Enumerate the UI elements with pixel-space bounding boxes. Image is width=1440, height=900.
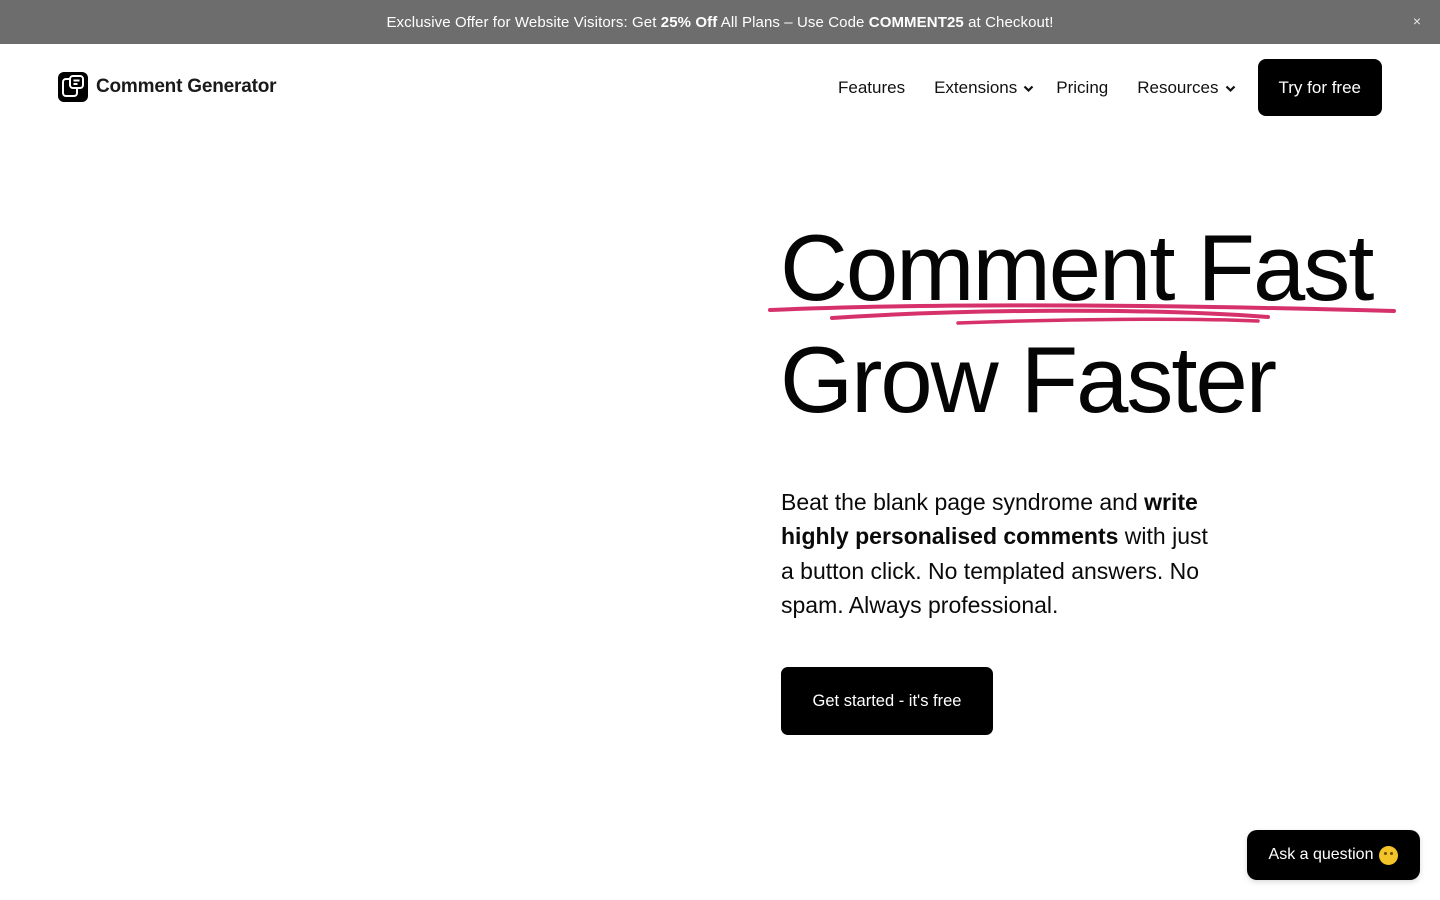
- main-nav: Features Extensions Pricing Resources Tr…: [838, 59, 1382, 116]
- try-for-free-button[interactable]: Try for free: [1257, 59, 1382, 116]
- promo-banner: Exclusive Offer for Website Visitors: Ge…: [0, 0, 1440, 44]
- promo-code: COMMENT25: [868, 13, 964, 31]
- promo-discount: 25% Off: [660, 13, 718, 31]
- nav-pricing[interactable]: Pricing: [1056, 78, 1108, 98]
- thinking-face-icon: [1379, 845, 1399, 865]
- close-icon[interactable]: ×: [1408, 12, 1426, 30]
- ask-question-button[interactable]: Ask a question: [1247, 830, 1420, 880]
- logo-text: Comment Generator: [96, 76, 277, 97]
- nav-features[interactable]: Features: [838, 78, 905, 98]
- chevron-down-icon: [1225, 85, 1235, 92]
- highlight-underline: [768, 303, 1396, 325]
- hero-description: Beat the blank page syndrome and write h…: [781, 489, 1208, 618]
- promo-text: Exclusive Offer for Website Visitors: Ge…: [386, 13, 1054, 31]
- get-started-button[interactable]: Get started - it's free: [781, 667, 993, 735]
- nav-extensions[interactable]: Extensions: [934, 78, 1034, 98]
- nav-resources[interactable]: Resources: [1137, 78, 1235, 98]
- logo-icon: [58, 72, 88, 102]
- hero-title-line-2: Grow Faster: [780, 327, 1277, 432]
- logo[interactable]: Comment Generator: [58, 72, 277, 102]
- chevron-down-icon: [1023, 85, 1034, 92]
